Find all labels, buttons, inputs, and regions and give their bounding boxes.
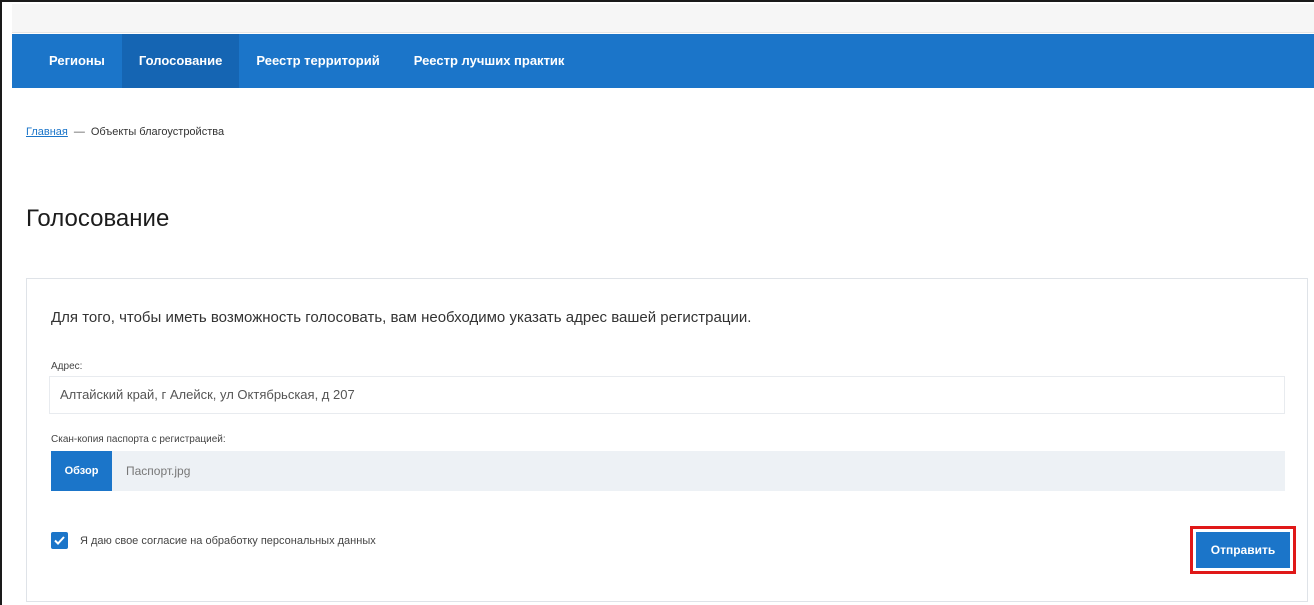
consent-row: Я даю свое согласие на обработку персона…	[51, 532, 376, 549]
passport-scan-label: Скан-копия паспорта с регистрацией:	[51, 434, 226, 445]
address-label: Адрес:	[51, 361, 83, 372]
file-upload-field[interactable]: Обзор Паспорт.jpg	[51, 451, 1285, 491]
main-navbar: Регионы Голосование Реестр территорий Ре…	[12, 34, 1314, 88]
checkmark-icon	[54, 536, 65, 545]
nav-item-regions[interactable]: Регионы	[12, 34, 122, 88]
nav-item-territory-registry[interactable]: Реестр территорий	[239, 34, 396, 88]
submit-button[interactable]: Отправить	[1196, 532, 1290, 568]
form-intro-text: Для того, чтобы иметь возможность голосо…	[51, 309, 752, 326]
breadcrumb-current: Объекты благоустройства	[90, 126, 225, 138]
selected-file-name: Паспорт.jpg	[126, 464, 191, 478]
breadcrumb-separator: —	[73, 126, 85, 138]
top-strip	[12, 4, 1314, 33]
app-window: Регионы Голосование Реестр территорий Ре…	[0, 0, 1314, 605]
breadcrumb-home-link[interactable]: Главная	[26, 126, 68, 138]
page-title: Голосование	[26, 205, 170, 232]
consent-label[interactable]: Я даю свое согласие на обработку персона…	[80, 535, 376, 547]
voting-form-card: Для того, чтобы иметь возможность голосо…	[26, 278, 1308, 602]
browse-button[interactable]: Обзор	[51, 451, 112, 491]
address-input[interactable]: Алтайский край, г Алейск, ул Октябрьская…	[49, 376, 1285, 414]
consent-checkbox[interactable]	[51, 532, 68, 549]
nav-item-voting[interactable]: Голосование	[121, 34, 240, 88]
breadcrumb: Главная — Объекты благоустройства	[26, 126, 224, 138]
nav-item-best-practices-registry[interactable]: Реестр лучших практик	[397, 34, 582, 88]
